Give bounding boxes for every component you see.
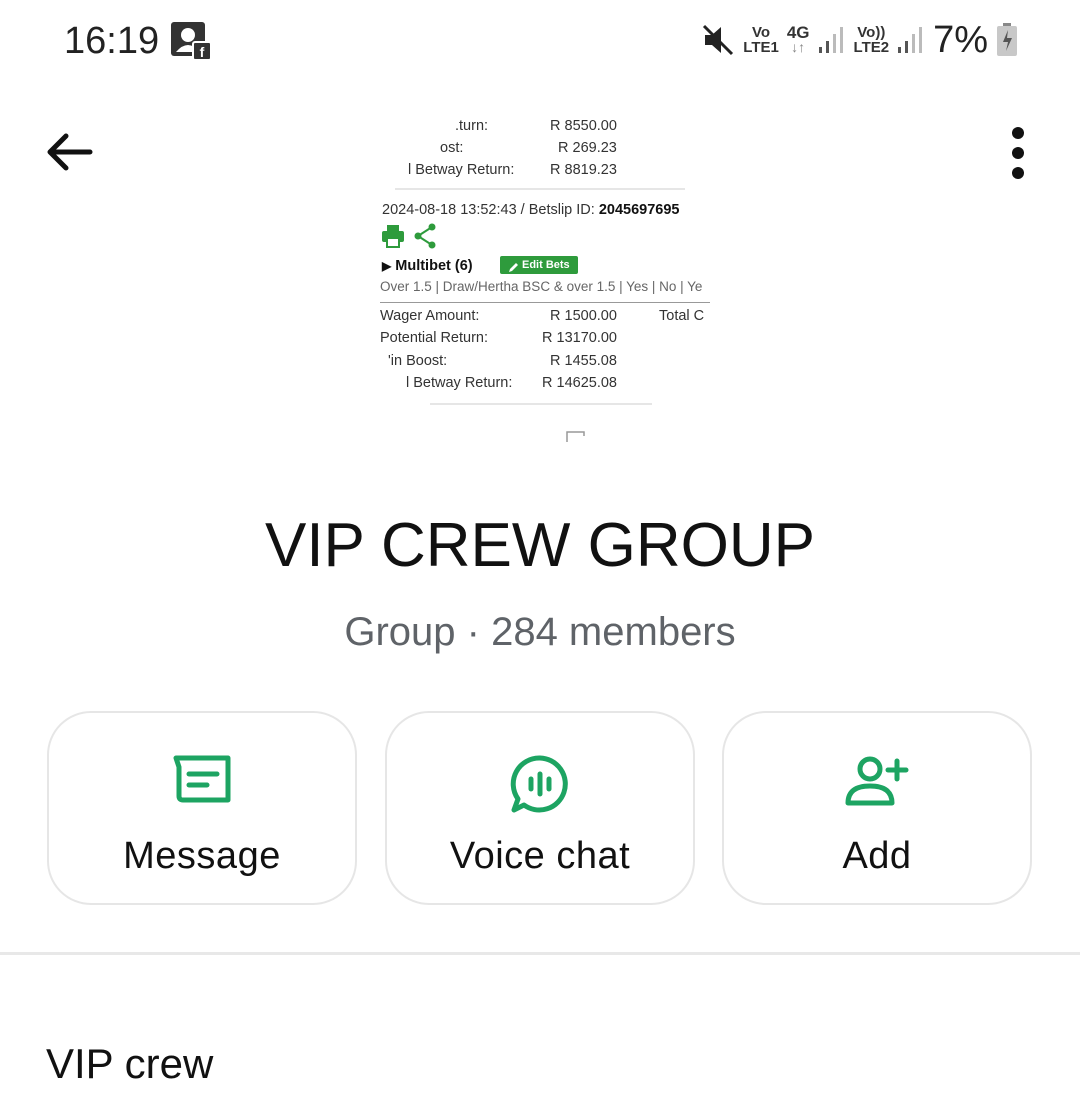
multibet-label: ▶ Multibet (6) [382,258,473,274]
back-arrow-icon[interactable] [42,125,96,179]
potential-label: Potential Return: [380,330,489,346]
cover-divider [430,403,652,405]
sim2-label: Vo)) LTE2 [853,24,890,56]
group-name: VIP CREW GROUP [264,511,816,580]
mute-icon [703,24,734,56]
add-member-button[interactable]: Add [722,711,1032,905]
betslip-line: 2024-08-18 13:52:43 / Betslip ID: 204569… [382,202,680,218]
selections-line: Over 1.5 | Draw/Hertha BSC & over 1.5 | … [380,279,703,294]
wager-value: R 1500.00 [550,308,617,324]
total-label: Total C [659,308,705,324]
print-share-icon [382,223,436,249]
cover-value: R 8819.23 [550,162,617,178]
more-options-icon[interactable] [996,125,1040,181]
battery-charging-icon [997,23,1017,56]
boost-value: R 1455.08 [550,353,617,369]
cover-divider [380,302,710,303]
group-members-count: Group · 284 members [344,610,736,654]
add-person-icon [845,756,909,806]
network-type: 4G ↓↑ [786,23,810,55]
cover-value: R 269.23 [558,140,617,156]
group-cover-image[interactable]: .turn: R 8550.00 ost: R 269.23 l Betway … [370,112,715,447]
group-description[interactable]: VIP crew [46,1040,213,1088]
betway-return-label: l Betway Return: [406,375,513,391]
voice-chat-button[interactable]: Voice chat [385,711,695,905]
potential-value: R 13170.00 [542,330,617,346]
status-time: 16:19 [64,20,160,62]
voice-chat-label: Voice chat [449,835,631,877]
signal-icon [898,27,923,53]
betway-return-value: R 14625.08 [542,375,617,391]
message-button[interactable]: Message [47,711,357,905]
signal-icon [818,27,843,53]
add-label: Add [842,835,912,877]
profile-facebook-icon: f [171,22,211,60]
boost-label: 'in Boost: [388,353,448,369]
voice-chat-icon [510,755,568,813]
sim1-label: Vo LTE1 [743,24,779,56]
battery-percent: 7% [933,18,988,61]
corner-mark-icon [566,431,585,442]
message-label: Message [123,835,281,877]
wager-label: Wager Amount: [380,308,480,324]
cover-label: l Betway Return: [408,162,515,178]
pencil-icon [509,263,518,272]
status-bar: 16:19 f Vo LTE1 4G ↓↑ Vo)) LTE2 7% [0,0,1080,80]
cover-label: ost: [440,140,464,156]
svg-text:f: f [200,44,205,60]
cover-label: .turn: [455,118,489,134]
cover-divider [395,188,685,190]
message-icon [173,755,231,803]
cover-value: R 8550.00 [550,118,617,134]
